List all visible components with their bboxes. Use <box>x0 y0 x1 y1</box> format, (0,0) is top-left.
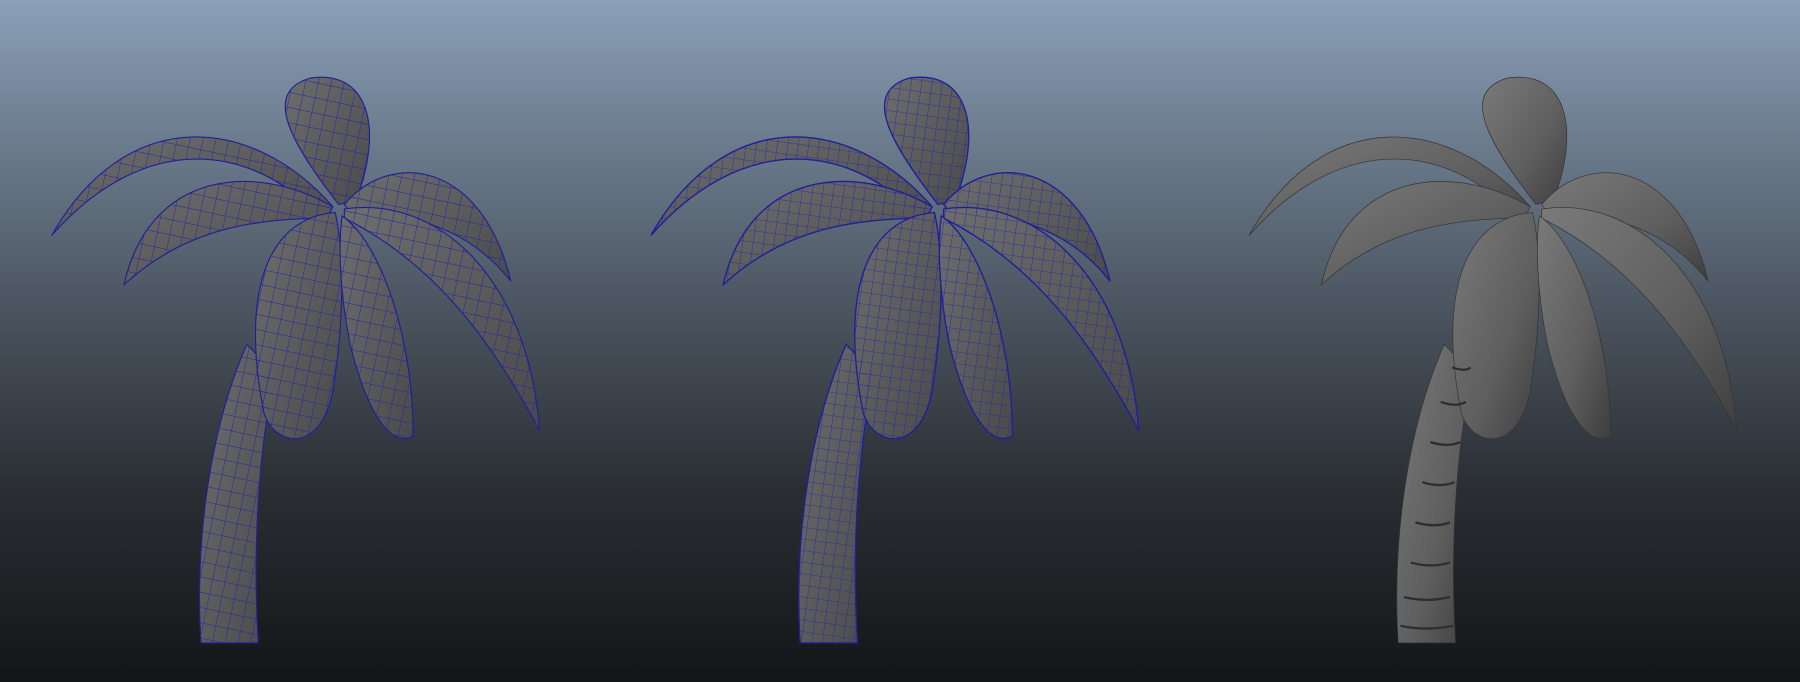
palm-tree-shaded[interactable] <box>1248 76 1738 644</box>
palm-tree-wireframe-detailed[interactable] <box>650 76 1140 644</box>
palm-tree-wireframe[interactable] <box>51 76 541 644</box>
3d-viewport[interactable] <box>0 0 1800 682</box>
viewport-scene <box>51 76 1738 644</box>
